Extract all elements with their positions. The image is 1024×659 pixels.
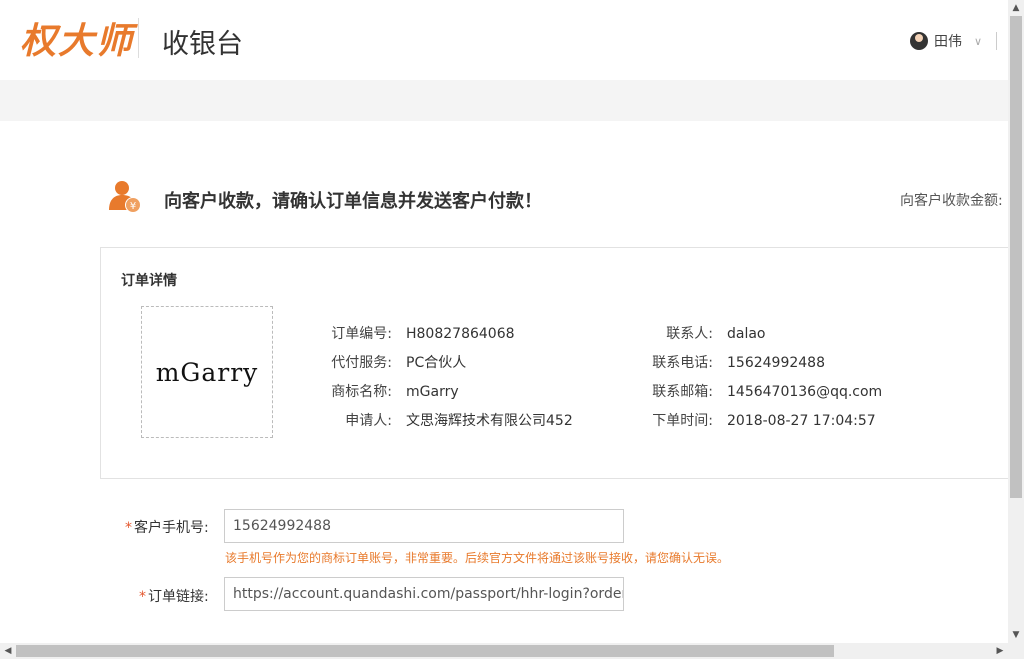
brand-name-row: 商标名称: mGarry	[312, 382, 459, 402]
service-row: 代付服务: PC合伙人	[312, 353, 466, 373]
info-value: H80827864068	[406, 326, 515, 342]
scroll-right-icon[interactable]: ▶	[992, 643, 1008, 659]
horizontal-scroll-thumb[interactable]	[16, 645, 834, 657]
contact-phone-row: 联系电话: 15624992488	[633, 353, 825, 373]
order-link-input[interactable]: https://account.quandashi.com/passport/h…	[224, 577, 624, 611]
gray-band	[0, 80, 1008, 121]
chevron-down-icon: ∨	[974, 34, 983, 48]
order-time-row: 下单时间: 2018-08-27 17:04:57	[633, 411, 876, 431]
contact-email-row: 联系邮箱: 1456470136@qq.com	[633, 382, 882, 402]
brand-image-text: mGarry	[155, 357, 259, 387]
required-mark: *	[139, 589, 146, 605]
info-label: 联系邮箱:	[652, 384, 713, 400]
link-label-text: 订单链接:	[148, 589, 209, 605]
scroll-down-icon[interactable]: ▼	[1008, 627, 1024, 643]
info-label: 联系电话:	[652, 355, 713, 371]
applicant-row: 申请人: 文思海辉技术有限公司452	[312, 411, 573, 431]
contact-row: 联系人: dalao	[633, 324, 766, 344]
svg-text:¥: ¥	[130, 201, 136, 212]
header-divider	[138, 18, 139, 58]
phone-field-label: * 客户手机号:	[125, 517, 209, 537]
brand-logo[interactable]: 权大师	[20, 12, 134, 64]
phone-label-text: 客户手机号:	[134, 520, 209, 536]
header-right-divider	[996, 32, 997, 50]
brand-image: mGarry	[141, 306, 273, 438]
cashier-page: 权大师 收银台 田伟 ∨ ¥ 向客户收款，请确认订单信息并发送客户付款！ 向客户…	[0, 0, 1024, 659]
info-value: PC合伙人	[406, 355, 467, 371]
avatar	[910, 32, 928, 50]
phone-hint: 该手机号作为您的商标订单账号，非常重要。后续官方文件将通过该账号接收，请您确认无…	[225, 551, 730, 565]
amount-label: 向客户收款金额:	[900, 193, 1003, 209]
vertical-scroll-thumb[interactable]	[1010, 16, 1022, 498]
info-value: 1456470136@qq.com	[727, 384, 883, 400]
info-value: 2018-08-27 17:04:57	[727, 413, 876, 429]
info-value: 15624992488	[727, 355, 825, 371]
info-label: 订单编号:	[331, 326, 392, 342]
user-name: 田伟	[934, 34, 962, 50]
info-value: mGarry	[406, 384, 459, 400]
top-header: 权大师 收银台 田伟 ∨	[0, 0, 1008, 80]
scroll-up-icon[interactable]: ▲	[1008, 0, 1024, 16]
info-label: 代付服务:	[331, 355, 392, 371]
order-number-row: 订单编号: H80827864068	[312, 324, 515, 344]
scroll-left-icon[interactable]: ◀	[0, 643, 16, 659]
customer-phone-input[interactable]: 15624992488	[224, 509, 624, 543]
order-detail-title: 订单详情	[121, 273, 177, 289]
page-title: 收银台	[162, 29, 243, 60]
info-label: 申请人:	[345, 413, 392, 429]
info-label: 下单时间:	[652, 413, 713, 429]
link-field-label: * 订单链接:	[139, 586, 209, 606]
banner-message: 向客户收款，请确认订单信息并发送客户付款！	[164, 191, 542, 212]
info-value: 文思海辉技术有限公司452	[406, 413, 573, 429]
info-label: 商标名称:	[331, 384, 392, 400]
user-yen-icon: ¥	[109, 181, 141, 213]
info-label: 联系人:	[666, 326, 713, 342]
user-menu[interactable]: 田伟 ∨	[910, 31, 982, 51]
required-mark: *	[125, 520, 132, 536]
info-value: dalao	[727, 326, 766, 342]
